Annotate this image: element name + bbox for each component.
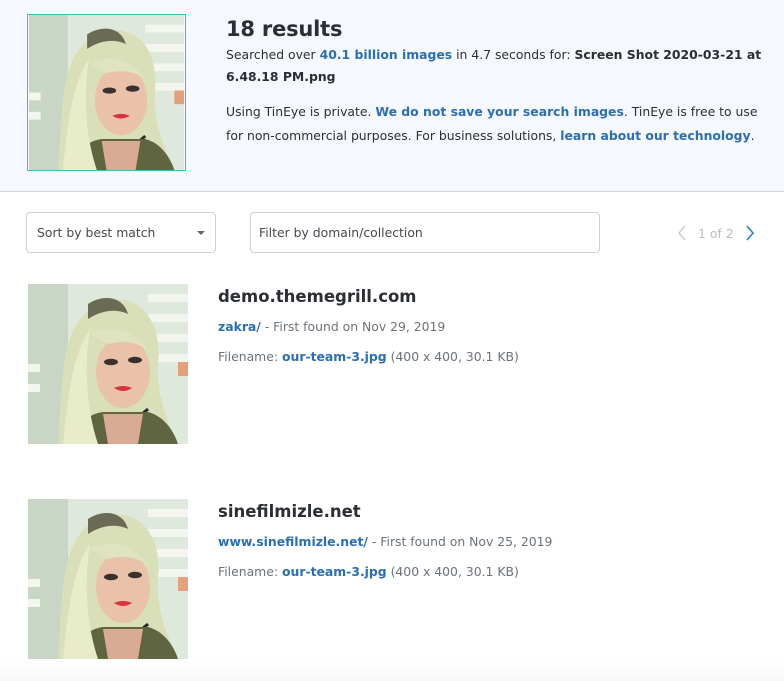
technology-link[interactable]: learn about our technology — [560, 128, 750, 143]
chevron-left-icon — [678, 225, 686, 241]
result-source: www.sinefilmizle.net/ - First found on N… — [218, 533, 758, 551]
previous-page-button[interactable] — [672, 222, 692, 244]
pagination: 1 of 2 — [672, 222, 760, 244]
caret-down-icon — [197, 231, 205, 235]
query-image-thumbnail[interactable] — [27, 14, 186, 171]
result-thumbnail[interactable] — [28, 499, 188, 659]
privacy-suffix: . — [750, 128, 755, 143]
result-image — [28, 499, 188, 659]
filename-label: Filename: — [218, 349, 282, 364]
chevron-right-icon — [745, 225, 754, 241]
index-size-link[interactable]: 40.1 billion images — [320, 47, 453, 62]
result-domain: demo.themegrill.com — [218, 287, 417, 306]
next-page-button[interactable] — [740, 222, 760, 244]
filename-link[interactable]: our-team-3.jpg — [282, 349, 387, 364]
result-page-link[interactable]: www.sinefilmizle.net/ — [218, 534, 368, 549]
result-file: Filename: our-team-3.jpg (400 x 400, 30.… — [218, 348, 758, 366]
sort-select[interactable]: Sort by best match — [26, 212, 216, 253]
privacy-notice: Using TinEye is private. We do not save … — [226, 100, 774, 148]
query-image — [28, 15, 185, 170]
file-details: (400 x 400, 30.1 KB) — [386, 564, 519, 579]
search-time: in 4.7 seconds for: — [452, 47, 575, 62]
result-page-link[interactable]: zakra/ — [218, 319, 261, 334]
result-file: Filename: our-team-3.jpg (400 x 400, 30.… — [218, 563, 758, 581]
result-item: demo.themegrill.com zakra/ - First found… — [0, 284, 784, 444]
file-details: (400 x 400, 30.1 KB) — [386, 349, 519, 364]
page-bottom-fade — [0, 659, 784, 681]
result-info: sinefilmizle.net www.sinefilmizle.net/ -… — [218, 499, 758, 581]
result-source: zakra/ - First found on Nov 29, 2019 — [218, 318, 758, 336]
result-info: demo.themegrill.com zakra/ - First found… — [218, 284, 758, 366]
privacy-prefix: Using TinEye is private. — [226, 104, 376, 119]
filter-domain-input[interactable] — [250, 212, 600, 253]
page-indicator: 1 of 2 — [698, 225, 734, 241]
search-info: Searched over 40.1 billion images in 4.7… — [226, 44, 774, 88]
result-thumbnail[interactable] — [28, 284, 188, 444]
first-found-date: - First found on Nov 25, 2019 — [367, 534, 553, 549]
results-toolbar: Sort by best match 1 of 2 — [0, 212, 784, 254]
result-item: sinefilmizle.net www.sinefilmizle.net/ -… — [0, 499, 784, 659]
privacy-link[interactable]: We do not save your search images — [375, 104, 623, 119]
search-summary-header: 18 results Searched over 40.1 billion im… — [0, 0, 784, 192]
search-summary: 18 results Searched over 40.1 billion im… — [226, 16, 774, 148]
results-count: 18 results — [226, 17, 343, 41]
result-domain: sinefilmizle.net — [218, 502, 361, 521]
sort-select-label: Sort by best match — [37, 225, 156, 240]
filename-label: Filename: — [218, 564, 282, 579]
result-image — [28, 284, 188, 444]
search-prefix: Searched over — [226, 47, 320, 62]
first-found-date: - First found on Nov 29, 2019 — [260, 319, 446, 334]
filename-link[interactable]: our-team-3.jpg — [282, 564, 387, 579]
